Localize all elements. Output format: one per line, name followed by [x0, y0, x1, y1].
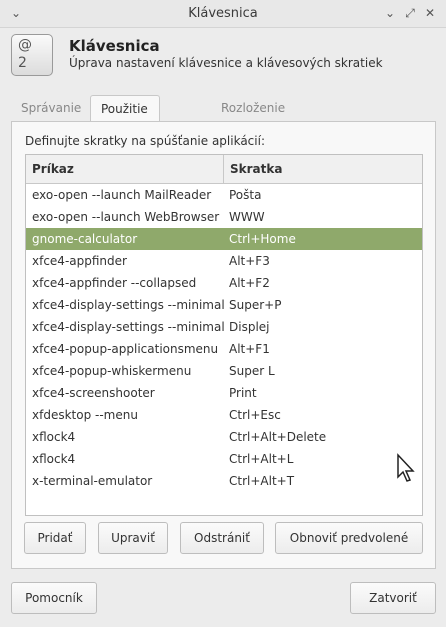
command-cell: xfce4-popup-applicationsmenu — [32, 342, 219, 356]
edit-button[interactable]: Upraviť — [98, 522, 168, 554]
add-button[interactable]: Pridať — [24, 522, 86, 554]
shortcut-cell: Alt+F2 — [229, 276, 270, 290]
command-cell: xfce4-screenshooter — [32, 386, 155, 400]
command-cell: xfce4-appfinder --collapsed — [32, 276, 197, 290]
command-cell: xfdesktop --menu — [32, 408, 138, 422]
shortcut-cell: Pošta — [229, 188, 262, 202]
command-cell: xflock4 — [32, 452, 76, 466]
shortcut-cell: Alt+F1 — [229, 342, 270, 356]
minimize-icon[interactable]: ⌄ — [382, 5, 398, 21]
command-cell: x-terminal-emulator — [32, 474, 153, 488]
table-row[interactable]: xfce4-display-settings --minimal Displej — [26, 316, 422, 338]
reset-defaults-button[interactable]: Obnoviť predvolené — [275, 522, 423, 554]
shortcut-cell: Alt+F3 — [229, 254, 270, 268]
app-title: Klávesnica — [69, 37, 160, 55]
column-header-shortcut[interactable]: Skratka — [223, 155, 422, 183]
shortcuts-panel: Definujte skratky na spúšťanie aplikácií… — [11, 121, 436, 569]
tab-behavior[interactable]: Správanie — [11, 95, 91, 121]
shortcut-cell: Displej — [229, 320, 270, 334]
table-row[interactable]: xflock4 Ctrl+Alt+Delete — [26, 426, 422, 448]
close-button[interactable]: Zatvoriť — [350, 582, 436, 614]
shortcut-cell: Ctrl+Alt+T — [229, 474, 295, 488]
shortcut-cell: Ctrl+Home — [229, 232, 296, 246]
shortcut-cell: Ctrl+Alt+L — [229, 452, 294, 466]
table-row[interactable]: xfce4-appfinder --collapsed Alt+F2 — [26, 272, 422, 294]
panel-label: Definujte skratky na spúšťanie aplikácií… — [25, 134, 265, 148]
command-cell: xflock4 — [32, 430, 76, 444]
tab-layout[interactable]: Rozloženie — [211, 95, 295, 121]
command-cell: xfce4-display-settings --minimal — [32, 298, 225, 312]
table-row[interactable]: exo-open --launch MailReader Pošta — [26, 184, 422, 206]
table-row[interactable]: xflock4 Ctrl+Alt+L — [26, 448, 422, 470]
table-row[interactable]: xfce4-popup-whiskermenu Super L — [26, 360, 422, 382]
shortcut-cell: Super L — [229, 364, 275, 378]
column-header-command[interactable]: Príkaz — [32, 155, 74, 183]
window-title: Klávesnica — [188, 6, 258, 21]
table-row[interactable]: xfdesktop --menu Ctrl+Esc — [26, 404, 422, 426]
command-cell: xfce4-display-settings --minimal — [32, 320, 225, 334]
table-row[interactable]: x-terminal-emulator Ctrl+Alt+T — [26, 470, 422, 492]
command-cell: xfce4-popup-whiskermenu — [32, 364, 192, 378]
title-bar: ⌄ Klávesnica ⌄ ⤢ ✕ — [0, 0, 446, 28]
app-subtitle: Úprava nastavení klávesnice a klávesovýc… — [69, 56, 383, 70]
table-row[interactable]: exo-open --launch WebBrowser WWW — [26, 206, 422, 228]
remove-button[interactable]: Odstrániť — [180, 522, 264, 554]
shortcut-cell: Ctrl+Esc — [229, 408, 281, 422]
table-row[interactable]: xfce4-display-settings --minimal Super+P — [26, 294, 422, 316]
mouse-pointer-icon — [397, 453, 415, 482]
table-row[interactable]: gnome-calculator Ctrl+Home — [26, 228, 422, 250]
shortcut-cell: Print — [229, 386, 257, 400]
help-button[interactable]: Pomocník — [11, 582, 97, 614]
shortcut-cell: WWW — [229, 210, 265, 224]
table-body: exo-open --launch MailReader Pošta exo-ope… — [26, 184, 422, 492]
keyboard-key-icon: @ 2 — [11, 34, 53, 76]
table-row[interactable]: xfce4-appfinder Alt+F3 — [26, 250, 422, 272]
shortcut-cell: Ctrl+Alt+Delete — [229, 430, 327, 444]
command-cell: gnome-calculator — [32, 232, 138, 246]
command-cell: xfce4-appfinder — [32, 254, 127, 268]
table-row[interactable]: xfce4-popup-applicationsmenu Alt+F1 — [26, 338, 422, 360]
tab-shortcuts[interactable]: Použitie skratiek — [90, 95, 160, 142]
header: @ 2 Klávesnica Úprava nastavení klávesni… — [0, 28, 446, 88]
command-cell: exo-open --launch MailReader — [32, 188, 212, 202]
table-header: Príkaz Skratka — [26, 155, 422, 184]
table-row[interactable]: xfce4-screenshooter Print — [26, 382, 422, 404]
command-cell: exo-open --launch WebBrowser — [32, 210, 220, 224]
maximize-icon[interactable]: ⤢ — [402, 5, 418, 21]
close-icon[interactable]: ✕ — [422, 5, 438, 21]
shortcuts-table: Príkaz Skratka exo-open --launch MailRea… — [25, 154, 423, 516]
shortcut-cell: Super+P — [229, 298, 282, 312]
